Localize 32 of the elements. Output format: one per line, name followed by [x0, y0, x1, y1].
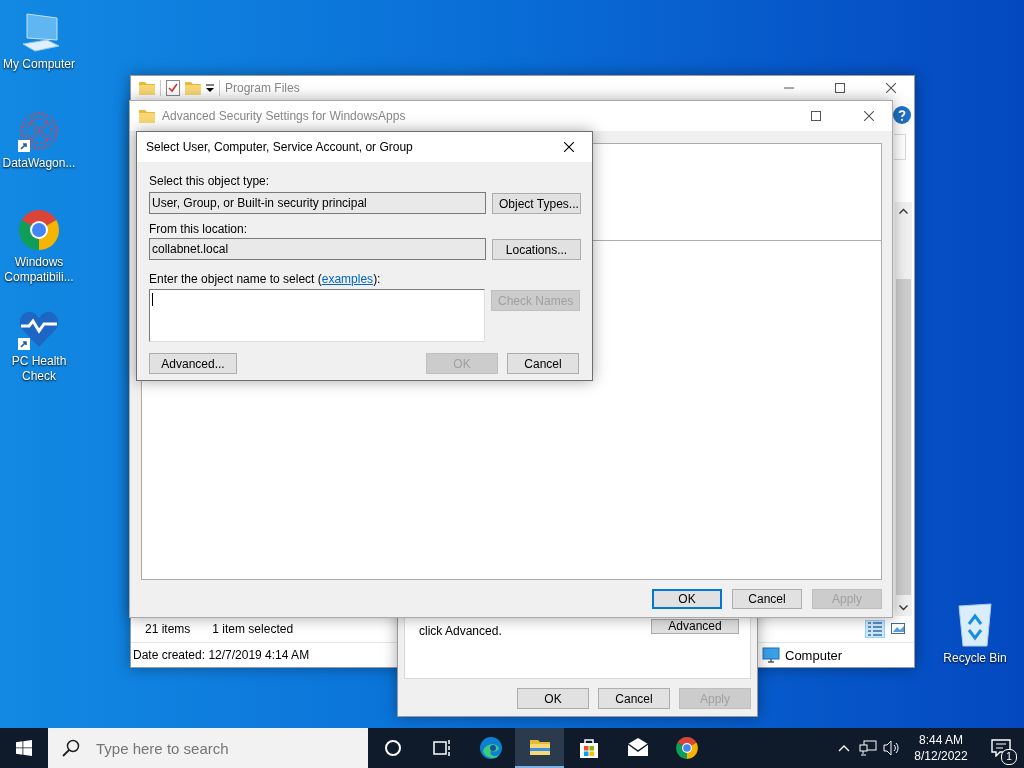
cancel-button[interactable]: Cancel	[732, 589, 802, 609]
selection-count: 1 item selected	[212, 622, 294, 636]
dialog-title: Select User, Computer, Service Account, or Group	[146, 140, 413, 154]
search-box[interactable]: Type here to search	[48, 728, 368, 768]
icon-label[interactable]: My Computer	[0, 57, 78, 72]
clock-date[interactable]: 8/12/2022	[914, 748, 968, 764]
clock-time[interactable]: 8:44 AM	[919, 732, 963, 748]
window-title: Advanced Security Settings for WindowsApps	[162, 109, 406, 123]
ok-button[interactable]: OK	[517, 688, 589, 709]
cancel-button[interactable]: Cancel	[507, 353, 579, 374]
object-types-button[interactable]: Object Types...	[492, 193, 581, 214]
notification-badge: 1	[1001, 749, 1017, 765]
examples-link[interactable]: examples	[321, 272, 374, 286]
advanced-button[interactable]: Advanced...	[149, 353, 237, 374]
icon-label[interactable]: Windows Compatibili...	[0, 255, 78, 285]
item-count: 21 items	[145, 622, 191, 636]
advanced-button[interactable]: Advanced	[651, 619, 739, 634]
object-type-field: User, Group, or Built-in security principal	[149, 192, 486, 214]
field-label: Select this object type:	[149, 174, 271, 188]
advanced-hint: click Advanced.	[419, 624, 502, 638]
icon-label[interactable]: Recycle Bin	[936, 651, 1014, 666]
icon-label[interactable]: PC Health Check	[0, 354, 78, 384]
field-label: Enter the object name to select (examples):	[149, 272, 382, 286]
cancel-button[interactable]: Cancel	[598, 688, 670, 709]
location-label: Computer	[785, 647, 843, 663]
icon-label[interactable]: DataWagon...	[0, 156, 78, 171]
ok-button[interactable]: OK	[652, 589, 722, 609]
window-title: Program Files	[225, 81, 300, 95]
location-field: collabnet.local	[149, 238, 486, 260]
field-label: From this location:	[149, 222, 249, 236]
locations-button[interactable]: Locations...	[492, 239, 581, 260]
date-created: Date created: 12/7/2019 4:14 AM	[133, 648, 310, 662]
